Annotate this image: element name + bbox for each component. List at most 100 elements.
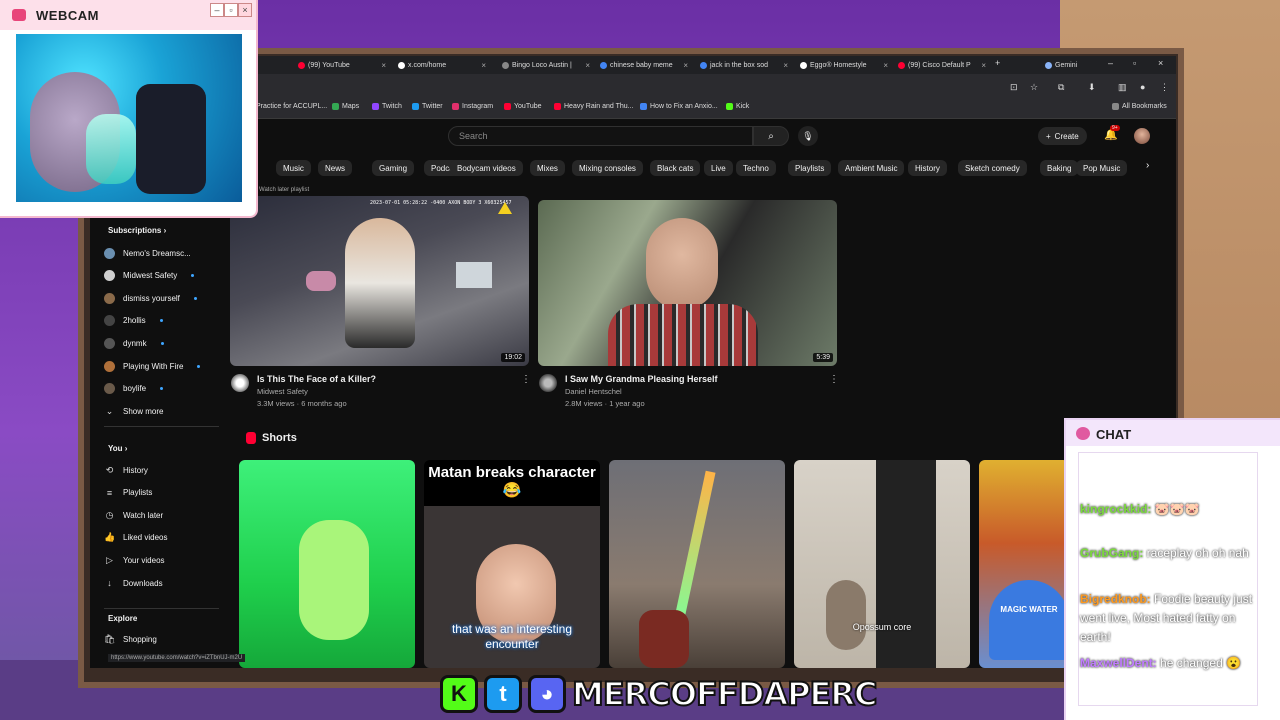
channel-name[interactable]: Midwest Safety	[257, 387, 308, 396]
tab-google-jack[interactable]: jack in the box sod ×	[700, 58, 788, 72]
close-window-button[interactable]: ×	[1158, 58, 1163, 68]
chip-history[interactable]: History	[908, 160, 947, 176]
new-content-dot	[197, 364, 201, 368]
sidebar-item-subscription[interactable]: dismiss yourself	[104, 289, 214, 307]
sidebar-item-subscription[interactable]: dynmk	[104, 334, 214, 352]
extensions-icon[interactable]: ⧉	[1058, 82, 1064, 93]
sidepanel-icon[interactable]: ▥	[1118, 82, 1127, 93]
tab-bingo[interactable]: Bingo Loco Austin | ×	[502, 58, 590, 72]
tab-label: (99) Cisco Default P	[908, 61, 971, 69]
video-title[interactable]: Is This The Face of a Killer?	[257, 374, 376, 384]
close-tab-icon[interactable]: ×	[883, 61, 888, 70]
short-item[interactable]: MAGIC WATER	[979, 460, 1069, 668]
sidebar-item-downloads[interactable]: ↓ Downloads	[104, 574, 214, 592]
kick-icon: K	[440, 675, 478, 713]
create-button[interactable]: + Create	[1038, 127, 1087, 145]
bookmark-youtube[interactable]: YouTube	[504, 103, 542, 110]
chip-bodycam-videos[interactable]: Bodycam videos	[450, 160, 523, 176]
avatar[interactable]	[1134, 128, 1150, 144]
sidebar-item-subscription[interactable]: Midwest Safety	[104, 267, 214, 285]
star-icon[interactable]: ☆	[1030, 82, 1038, 93]
you-heading[interactable]: You ›	[108, 444, 127, 453]
short-item[interactable]	[609, 460, 785, 668]
close-tab-icon[interactable]: ×	[585, 61, 590, 70]
short-item[interactable]: Opossum core	[794, 460, 970, 668]
short-item[interactable]: Matan breaks character 😂 that was an int…	[424, 460, 600, 668]
short-item[interactable]	[239, 460, 415, 668]
all-bookmarks[interactable]: All Bookmarks	[1112, 103, 1167, 110]
maximize-button[interactable]: ▫	[1133, 58, 1136, 68]
bookmark-maps[interactable]: Maps	[332, 103, 359, 110]
sidebar-item-your-videos[interactable]: ▷ Your videos	[104, 551, 214, 569]
show-more-button[interactable]: ⌄ Show more	[104, 402, 214, 420]
bookmark-twitch[interactable]: Twitch	[372, 103, 402, 110]
channel-name[interactable]: Daniel Hentschel	[565, 387, 622, 396]
chip-techno[interactable]: Techno	[736, 160, 776, 176]
chip-ambient-music[interactable]: Ambient Music	[838, 160, 905, 176]
channel-avatar[interactable]	[539, 374, 557, 392]
download-icon[interactable]: ⬇	[1088, 82, 1096, 93]
bookmark-heavy-rain[interactable]: Heavy Rain and Thu...	[554, 103, 634, 110]
chip-mixes[interactable]: Mixes	[530, 160, 565, 176]
tab-eggo[interactable]: Eggo® Homestyle ×	[800, 58, 888, 72]
chat-text: raceplay oh oh nah	[1143, 546, 1249, 560]
new-tab-button[interactable]: +	[995, 58, 1000, 68]
minimize-button[interactable]: –	[1108, 58, 1113, 68]
sidebar-item-subscription[interactable]: Nemo's Dreamsc...	[104, 244, 214, 262]
close-button[interactable]: ×	[238, 3, 252, 17]
chip-playlists[interactable]: Playlists	[788, 160, 832, 176]
subscriptions-heading[interactable]: Subscriptions ›	[108, 226, 166, 235]
more-options-icon[interactable]: ⋮	[521, 374, 531, 385]
you-label: You	[108, 444, 123, 453]
sidebar-item-watch-later[interactable]: ◷ Watch later	[104, 506, 214, 524]
voice-search-button[interactable]: 🎙	[798, 126, 818, 146]
maximize-button[interactable]: ▫	[224, 3, 238, 17]
close-tab-icon[interactable]: ×	[381, 61, 386, 70]
bookmark-kick[interactable]: Kick	[726, 103, 749, 110]
bookmark-twitter[interactable]: Twitter	[412, 103, 443, 110]
sidebar-item-shopping[interactable]: 🛍 Shopping	[104, 630, 214, 648]
chat-title: CHAT	[1096, 427, 1132, 442]
search-input[interactable]: Search	[448, 126, 753, 146]
sidebar-item-subscription[interactable]: 2hollis	[104, 312, 214, 330]
close-tab-icon[interactable]: ×	[481, 61, 486, 70]
sidebar-item-playlists[interactable]: ≡ Playlists	[104, 484, 214, 502]
profile-icon[interactable]: ●	[1140, 82, 1145, 92]
bookmark-instagram[interactable]: Instagram	[452, 103, 493, 110]
close-tab-icon[interactable]: ×	[683, 61, 688, 70]
video-thumbnail[interactable]: 5:39	[538, 200, 837, 366]
sidebar-item-subscription[interactable]: Playing With Fire	[104, 357, 214, 375]
tab-gemini[interactable]: Gemini	[1045, 58, 1105, 72]
install-icon[interactable]: ⊡	[1010, 82, 1018, 93]
chip-music[interactable]: Music	[276, 160, 311, 176]
chip-black-cats[interactable]: Black cats	[650, 160, 701, 176]
tab-google-chinese[interactable]: chinese baby meme ×	[600, 58, 688, 72]
search-button[interactable]: ⌕	[753, 126, 789, 146]
tab-cisco[interactable]: (99) Cisco Default P ×	[898, 58, 986, 72]
sidebar-item-history[interactable]: ⟲ History	[104, 461, 214, 479]
chip-sketch-comedy[interactable]: Sketch comedy	[958, 160, 1027, 176]
tab-label: Eggo® Homestyle	[810, 61, 867, 69]
chip-news[interactable]: News	[318, 160, 353, 176]
favicon-icon	[502, 61, 509, 69]
sidebar-item-liked-videos[interactable]: 👍 Liked videos	[104, 529, 214, 547]
chip-baking[interactable]: Baking	[1040, 160, 1079, 176]
tab-x[interactable]: x.com/home ×	[398, 58, 486, 72]
more-options-icon[interactable]: ⋮	[829, 374, 839, 385]
close-tab-icon[interactable]: ×	[783, 61, 788, 70]
video-title[interactable]: I Saw My Grandma Pleasing Herself	[565, 374, 718, 384]
tab-youtube[interactable]: (99) YouTube ×	[298, 58, 386, 72]
chip-live[interactable]: Live	[704, 160, 733, 176]
chip-gaming[interactable]: Gaming	[372, 160, 415, 176]
minimize-button[interactable]: –	[210, 3, 224, 17]
chip-mixing-consoles[interactable]: Mixing consoles	[572, 160, 643, 176]
video-thumbnail[interactable]: 2023-07-01 05:28:22 -0400 AXON BODY 3 X6…	[230, 196, 529, 366]
chip-pop-music[interactable]: Pop Music	[1076, 160, 1128, 176]
bookmark-anxiety[interactable]: How to Fix an Anxio...	[640, 103, 718, 110]
bookmark-accuplacer[interactable]: Practice for ACCUPL...	[256, 103, 327, 110]
menu-icon[interactable]: ⋮	[1160, 82, 1169, 93]
sidebar-item-subscription[interactable]: boylife	[104, 380, 214, 398]
chevron-right-icon[interactable]: ›	[1146, 160, 1149, 171]
channel-avatar[interactable]	[231, 374, 249, 392]
close-tab-icon[interactable]: ×	[981, 61, 986, 70]
